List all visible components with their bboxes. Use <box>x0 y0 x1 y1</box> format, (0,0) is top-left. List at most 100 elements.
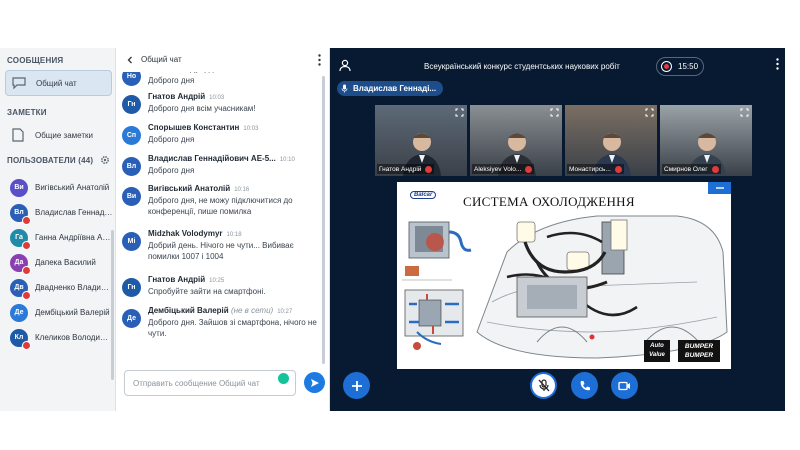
muted-mic-icon <box>614 165 622 173</box>
message-time: 10:27 <box>277 309 293 315</box>
chat-title: Общий чат <box>141 55 182 64</box>
fullscreen-icon[interactable] <box>455 108 464 117</box>
users-section-title: ПОЛЬЗОВАТЕЛИ (44) <box>7 156 94 165</box>
avatar: Да <box>10 253 31 275</box>
unmute-button[interactable] <box>530 372 557 399</box>
messages-section-title: СООБЩЕНИЯ <box>7 56 64 65</box>
user-name: Клеликов Володимир <box>35 333 113 342</box>
avatar: Кл <box>10 328 31 350</box>
user-list-item[interactable]: Ви Вигівський Анатолій <box>0 176 115 199</box>
fullscreen-icon[interactable] <box>550 108 559 117</box>
muted-mic-icon <box>525 165 533 173</box>
avatar: Ви <box>10 178 28 197</box>
participant-video-tile[interactable]: Смирнов Олег <box>660 105 752 176</box>
user-list-item[interactable]: Да Дапека Василий <box>0 251 115 275</box>
message-author: Гнатов Андрій <box>148 92 206 101</box>
microphone-icon <box>341 84 348 93</box>
user-name: Двадненко Владимир <box>35 283 113 292</box>
participant-video-tile[interactable]: Монастирсь... <box>565 105 657 176</box>
message-header: Владислав Геннадійович АЕ-5... 10:10 <box>148 154 295 163</box>
microphone-muted-icon <box>538 379 549 392</box>
participant-label: Монастирсь... <box>567 164 624 174</box>
public-chat-nav[interactable]: Общий чат <box>5 70 112 96</box>
avatar: Ви <box>122 187 141 206</box>
message-author: Новиков Эдуард <box>148 72 214 73</box>
bumper-to-bumper-logo: BUMPER BUMPER <box>678 340 720 362</box>
user-list-item[interactable]: Дв Двадненко Владимир <box>0 276 115 300</box>
message-text: Доброго дня. Зайшов зі смартфона, нічого… <box>148 318 317 338</box>
user-list-item[interactable]: Вл Владислав Геннадійович <box>0 201 115 225</box>
chat-scrollbar[interactable] <box>322 76 325 364</box>
message-header: Гнатов Андрій 10:25 <box>148 275 224 284</box>
chat-header: Общий чат <box>116 48 329 71</box>
shared-notes-nav[interactable]: Общие заметки <box>5 122 112 148</box>
message-text: Доброго дня <box>148 135 195 144</box>
avatar: Вл <box>10 203 31 225</box>
fullscreen-icon[interactable] <box>645 108 654 117</box>
minimize-presentation-button[interactable] <box>708 182 731 194</box>
camera-icon <box>618 381 630 390</box>
participant-name: Гнатов Андрій <box>379 165 422 173</box>
video-button[interactable] <box>611 372 638 399</box>
talking-indicator: Владислав Геннаді... <box>337 81 444 96</box>
message-author: Спорышев Константин <box>148 123 240 132</box>
chevron-left-icon[interactable] <box>126 56 134 64</box>
message-header: Дембіцький Валерій (не в сети) 10:27 <box>148 306 292 315</box>
message-text: Доброго дня <box>148 76 195 85</box>
user-list-item[interactable]: Кл Клеликов Володимир <box>0 326 115 350</box>
muted-mic-icon <box>425 165 433 173</box>
gear-icon[interactable] <box>100 155 110 165</box>
participant-name: Смирнов Олег <box>664 165 708 173</box>
recording-indicator[interactable]: 15:50 <box>656 57 704 76</box>
message-text: Доброго дня всім учасникам! <box>148 104 256 113</box>
autovalue-logo: Auto Value <box>644 340 670 362</box>
avatar: Дв <box>10 278 31 300</box>
send-message-button[interactable] <box>304 372 325 393</box>
recording-time: 15:50 <box>678 62 699 71</box>
shared-notes-label: Общие заметки <box>35 130 93 140</box>
actions-button[interactable] <box>343 372 370 399</box>
message-author: Вигівський Анатолій <box>148 184 231 193</box>
participant-label: Aleksiyev Volo... <box>472 164 535 174</box>
meeting-options-icon[interactable] <box>776 58 779 70</box>
fullscreen-icon[interactable] <box>740 108 749 117</box>
muted-mic-icon <box>22 240 31 250</box>
message-text: Спробуйте зайти на смартфоні. <box>148 287 266 296</box>
users-toggle-icon[interactable] <box>338 59 352 72</box>
participant-video-tile[interactable]: Aleksiyev Volo... <box>470 105 562 176</box>
user-list-item[interactable]: Де Дембіцький Валерій <box>0 301 115 324</box>
user-name: Владислав Геннадійович <box>35 208 113 217</box>
meeting-title: Всеукраїнський конкурс студентських наук… <box>424 62 620 71</box>
user-list-item[interactable]: Га Ганна Андріївна Андрієнко <box>0 226 115 250</box>
message-time: 10:16 <box>234 187 250 193</box>
notes-section-title: ЗАМЕТКИ <box>7 108 47 117</box>
muted-mic-icon <box>22 265 31 275</box>
user-list-scrollbar[interactable] <box>111 230 114 380</box>
audio-button[interactable] <box>571 372 598 399</box>
message-time: 10:02 <box>218 72 233 73</box>
message-list: Но Новиков Эдуард 10:02 Доброго дня Гн Гнатов… <box>116 72 324 362</box>
more-options-icon[interactable] <box>318 54 321 66</box>
message-header: Гнатов Андрій 10:03 <box>148 92 224 101</box>
chat-input-placeholder: Отправить сообщение Общий чат <box>133 379 260 388</box>
chat-message-input[interactable]: Отправить сообщение Общий чат <box>124 370 296 396</box>
video-conference-app: СООБЩЕНИЯ Общий чат ЗАМЕТКИ Общие заметк… <box>0 48 800 411</box>
message-author: Дембіцький Валерій <box>148 306 229 315</box>
offline-note: (не в сети) <box>230 306 274 315</box>
public-chat-label: Общий чат <box>36 78 77 88</box>
participant-name: Монастирсь... <box>569 165 611 173</box>
meeting-controls <box>330 366 785 411</box>
grammarly-icon[interactable] <box>278 373 289 384</box>
chat-message: Ви Вигівський Анатолій 10:16 Доброго дня, н… <box>122 184 322 228</box>
send-icon <box>310 378 319 387</box>
plus-icon <box>351 380 362 391</box>
message-header: Новиков Эдуард 10:02 <box>148 72 233 73</box>
avatar: Гн <box>122 278 141 297</box>
participant-video-tile[interactable]: Гнатов Андрій <box>375 105 467 176</box>
participant-label: Гнатов Андрій <box>377 164 435 174</box>
avatar: Де <box>122 309 141 328</box>
user-name: Ганна Андріївна Андрієнко <box>35 233 113 242</box>
document-icon <box>9 126 27 144</box>
message-time: 10:03 <box>209 95 225 101</box>
message-header: Спорышев Константин 10:03 <box>148 123 258 132</box>
